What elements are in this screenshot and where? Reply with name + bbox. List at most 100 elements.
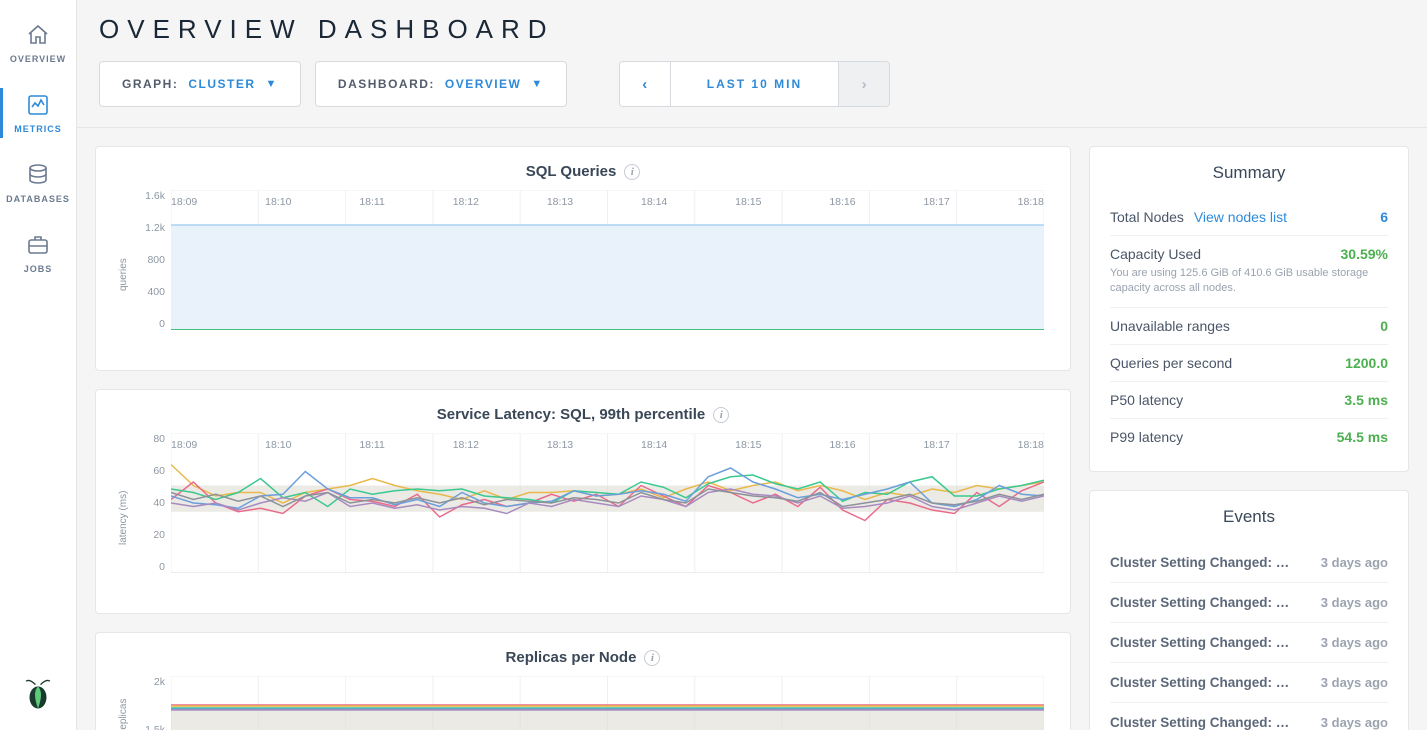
chart-icon — [25, 92, 51, 118]
stat-total-nodes: Total Nodes View nodes list 6 — [1110, 199, 1388, 236]
event-row[interactable]: Cluster Setting Changed: U… 3 days ago — [1110, 703, 1388, 730]
event-label: Cluster Setting Changed: U… — [1110, 595, 1290, 610]
sidebar-item-metrics[interactable]: METRICS — [0, 78, 77, 148]
graph-selector-value: CLUSTER — [188, 77, 255, 91]
event-label: Cluster Setting Changed: U… — [1110, 675, 1290, 690]
event-ago: 3 days ago — [1321, 715, 1388, 730]
stat-unavailable-ranges: Unavailable ranges 0 — [1110, 308, 1388, 345]
stat-label: P99 latency — [1110, 429, 1183, 445]
sidebar-item-overview[interactable]: OVERVIEW — [0, 8, 77, 78]
stat-desc: You are using 125.6 GiB of 410.6 GiB usa… — [1110, 266, 1388, 297]
y-ticks: 2k 1.5k — [129, 676, 165, 730]
info-icon[interactable]: i — [713, 407, 729, 423]
sidebar-item-label: JOBS — [24, 264, 53, 274]
stat-label: P50 latency — [1110, 392, 1183, 408]
stat-label: Capacity Used — [1110, 246, 1341, 262]
toolbar: GRAPH: CLUSTER ▼ DASHBOARD: OVERVIEW ▼ ‹… — [77, 51, 1427, 128]
stat-label: Queries per second — [1110, 355, 1232, 371]
chart-plot — [171, 433, 1044, 573]
stat-value: 30.59% — [1341, 246, 1388, 262]
time-next-button: › — [839, 62, 889, 106]
ytick: 60 — [129, 465, 165, 477]
database-icon — [25, 162, 51, 188]
sidebar-logo — [21, 677, 55, 730]
chart-panel-sql_queries: SQL Queries i queries 1.6k1.2k8004000 18… — [95, 146, 1071, 371]
ytick: 20 — [129, 529, 165, 541]
stat-value: 6 — [1380, 209, 1388, 225]
chart-panel-replicas: Replicas per Node i replicas 2k 1.5k — [95, 632, 1071, 730]
ytick: 1.6k — [129, 190, 165, 202]
chart-title: Replicas per Node i — [114, 649, 1052, 666]
caret-down-icon: ▼ — [266, 78, 278, 90]
y-axis-label: latency (ms) — [114, 433, 129, 603]
stat-value: 3.5 ms — [1344, 392, 1388, 408]
ytick: 1.2k — [129, 222, 165, 234]
ytick: 400 — [129, 286, 165, 298]
y-ticks: 1.6k 1.2k 800 400 0 — [129, 190, 165, 330]
sidebar-item-label: OVERVIEW — [10, 54, 66, 64]
info-icon[interactable]: i — [624, 164, 640, 180]
home-icon — [25, 22, 51, 48]
summary-title: Summary — [1110, 163, 1388, 183]
stat-label: Unavailable ranges — [1110, 318, 1230, 334]
event-ago: 3 days ago — [1321, 595, 1388, 610]
cockroach-logo-icon — [21, 677, 55, 711]
event-row[interactable]: Cluster Setting Changed: U… 3 days ago — [1110, 623, 1388, 663]
stat-p99: P99 latency 54.5 ms — [1110, 419, 1388, 455]
stat-value: 1200.0 — [1345, 355, 1388, 371]
event-label: Cluster Setting Changed: U… — [1110, 635, 1290, 650]
time-prev-button[interactable]: ‹ — [620, 62, 670, 106]
stat-capacity-used: Capacity Used 30.59% You are using 125.6… — [1110, 236, 1388, 308]
sidebar-item-databases[interactable]: DATABASES — [0, 148, 77, 218]
ytick: 800 — [129, 254, 165, 266]
events-list: Cluster Setting Changed: U…3 days agoClu… — [1110, 543, 1388, 730]
events-panel: Events Cluster Setting Changed: U… 3 days… — [1089, 490, 1409, 730]
chart-plot — [171, 676, 1044, 730]
chart-plot — [171, 190, 1044, 330]
sidebar: OVERVIEW METRICS DATABASES JOBS — [0, 0, 77, 730]
ytick: 40 — [129, 497, 165, 509]
info-icon[interactable]: i — [644, 650, 660, 666]
graph-selector-key: GRAPH: — [122, 77, 178, 91]
event-row[interactable]: Cluster Setting Changed: U… 3 days ago — [1110, 543, 1388, 583]
ytick: 1.5k — [129, 724, 165, 730]
main-content: OVERVIEW DASHBOARD GRAPH: CLUSTER ▼ DASH… — [77, 0, 1427, 730]
ytick: 0 — [129, 561, 165, 573]
briefcase-icon — [25, 232, 51, 258]
dashboard-selector-key: DASHBOARD: — [338, 77, 435, 91]
event-ago: 3 days ago — [1321, 675, 1388, 690]
event-ago: 3 days ago — [1321, 555, 1388, 570]
y-axis-label: replicas — [114, 676, 129, 730]
chart-panel-service_latency: Service Latency: SQL, 99th percentile i … — [95, 389, 1071, 614]
time-range-label[interactable]: LAST 10 MIN — [670, 62, 839, 106]
sidebar-item-label: METRICS — [14, 124, 62, 134]
stat-qps: Queries per second 1200.0 — [1110, 345, 1388, 382]
sidebar-item-jobs[interactable]: JOBS — [0, 218, 77, 288]
event-label: Cluster Setting Changed: U… — [1110, 555, 1290, 570]
time-range-selector: ‹ LAST 10 MIN › — [619, 61, 890, 107]
stat-value: 0 — [1380, 318, 1388, 334]
ytick: 0 — [129, 318, 165, 330]
event-row[interactable]: Cluster Setting Changed: U… 3 days ago — [1110, 663, 1388, 703]
ytick: 80 — [129, 433, 165, 445]
event-row[interactable]: Cluster Setting Changed: U… 3 days ago — [1110, 583, 1388, 623]
caret-down-icon: ▼ — [531, 78, 543, 90]
events-title: Events — [1110, 507, 1388, 527]
y-axis-label: queries — [114, 190, 129, 360]
charts-column: SQL Queries i queries 1.6k1.2k8004000 18… — [95, 146, 1071, 730]
dashboard-selector[interactable]: DASHBOARD: OVERVIEW ▼ — [315, 61, 567, 107]
view-nodes-link[interactable]: View nodes list — [1194, 209, 1287, 225]
page-title: OVERVIEW DASHBOARD — [77, 0, 1427, 51]
chart-title: SQL Queries i — [114, 163, 1052, 180]
side-column: Summary Total Nodes View nodes list 6 Ca… — [1089, 146, 1409, 730]
event-label: Cluster Setting Changed: U… — [1110, 715, 1290, 730]
stat-value: 54.5 ms — [1337, 429, 1388, 445]
event-ago: 3 days ago — [1321, 635, 1388, 650]
sidebar-item-label: DATABASES — [6, 194, 70, 204]
ytick: 2k — [129, 676, 165, 688]
graph-selector[interactable]: GRAPH: CLUSTER ▼ — [99, 61, 301, 107]
dashboard-selector-value: OVERVIEW — [445, 77, 521, 91]
chart-title: Service Latency: SQL, 99th percentile i — [114, 406, 1052, 423]
y-ticks: 80 60 40 20 0 — [129, 433, 165, 573]
stat-p50: P50 latency 3.5 ms — [1110, 382, 1388, 419]
